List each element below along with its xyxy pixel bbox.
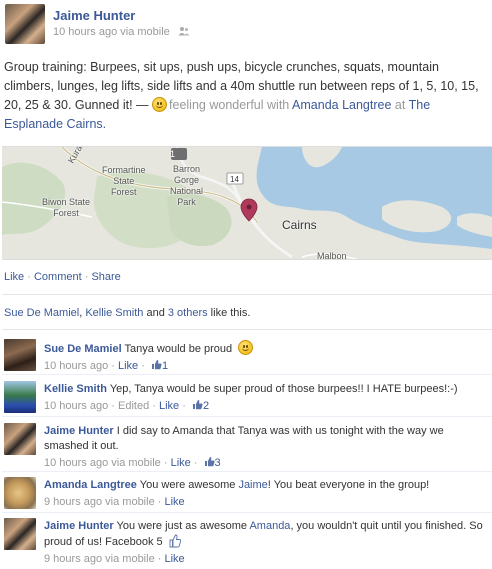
comment-timestamp[interactable]: 10 hours ago [44, 457, 108, 469]
likes-and: and [143, 307, 168, 319]
comment-timestamp[interactable]: 10 hours ago [44, 360, 108, 372]
smiley-icon [152, 97, 168, 112]
friends-privacy-icon[interactable] [178, 26, 190, 36]
comment-like-count[interactable]: 2 [189, 400, 209, 412]
like-count: 2 [202, 400, 210, 412]
post-via: via mobile [120, 26, 170, 38]
likers-others-link[interactable]: 3 others [168, 307, 208, 319]
comment-body: Kellie Smith Yep, Tanya would be super p… [44, 382, 488, 414]
map-label-barron: Barron Gorge National Park [170, 164, 204, 207]
liker-link-1[interactable]: Sue De Mamiel [4, 307, 79, 319]
thumbs-up-icon [204, 457, 215, 467]
mention-link[interactable]: Jaime [238, 479, 267, 491]
comment-via: via mobile [108, 457, 161, 469]
comment-timestamp[interactable]: 9 hours ago [44, 553, 102, 565]
comment-like-button[interactable]: Like [171, 457, 191, 469]
action-separator: · [24, 271, 34, 283]
comment-meta: 9 hours ago via mobile · Like [44, 553, 185, 565]
map-label-malbon: Malbon [317, 251, 347, 260]
comment-via: via mobile [102, 553, 155, 565]
location-map[interactable]: Kura 1 14 Formartine State Forest Barron… [2, 146, 492, 260]
map-label-biwon: Biwon State Forest [42, 197, 91, 218]
comment-button[interactable]: Comment [34, 271, 82, 283]
comment-divider [2, 416, 492, 417]
thumbs-up-icon [151, 360, 162, 370]
comment-divider [2, 374, 492, 375]
comment-meta: 10 hours ago · Like · 1 [44, 360, 169, 372]
commenter-name-link[interactable]: Jaime Hunter [44, 520, 114, 532]
commenter-avatar[interactable] [4, 477, 36, 509]
commenter-avatar[interactable] [4, 518, 36, 550]
map-label-formartine: Formartine State Forest [102, 165, 146, 197]
comment-like-button[interactable]: Like [164, 496, 184, 508]
commenter-name-link[interactable]: Jaime Hunter [44, 425, 114, 437]
feeling-text: feeling wonderful with [169, 98, 290, 112]
map-route-1: 1 [170, 149, 176, 159]
mention-link[interactable]: Amanda [249, 520, 290, 532]
commenter-name-link[interactable]: Amanda Langtree [44, 479, 137, 491]
comment-text-pre: You were awesome [136, 479, 239, 491]
liker-link-2[interactable]: Kellie Smith [85, 307, 143, 319]
commenter-name-link[interactable]: Sue De Mamiel [44, 343, 122, 355]
comment-meta: 9 hours ago via mobile · Like [44, 496, 185, 508]
comment-text-pre: You were just as awesome [113, 520, 250, 532]
actions-divider [2, 294, 492, 295]
likes-suffix: like this. [207, 307, 251, 319]
comment-text-post: ! You beat everyone in the group! [267, 479, 430, 491]
post-message: Group training: Burpees, sit ups, push u… [4, 58, 488, 134]
comment-like-button[interactable]: Like [164, 553, 184, 565]
comment-timestamp[interactable]: 10 hours ago [44, 400, 108, 412]
thumbs-up-outline-icon [169, 534, 181, 548]
commenter-name-link[interactable]: Kellie Smith [44, 383, 107, 395]
action-separator: · [81, 271, 92, 283]
like-count: 3 [214, 457, 221, 469]
comment-body: Amanda Langtree You were awesome Jaime! … [44, 478, 488, 510]
tagged-friend-link[interactable]: Amanda Langtree [292, 98, 391, 112]
thumbs-up-icon [192, 400, 203, 410]
comment-body: Jaime Hunter I did say to Amanda that Ta… [44, 424, 488, 471]
comment-body: Sue De Mamiel Tanya would be proud 10 ho… [44, 340, 488, 374]
comment-divider [2, 471, 492, 472]
commenter-avatar[interactable] [4, 423, 36, 455]
share-button[interactable]: Share [91, 271, 120, 283]
comment-divider [2, 512, 492, 513]
comment-meta: 10 hours ago · Edited · Like · 2 [44, 400, 210, 412]
commenter-avatar[interactable] [4, 339, 36, 371]
author-name-link[interactable]: Jaime Hunter [53, 8, 135, 23]
comment-like-count[interactable]: 3 [201, 457, 221, 469]
like-count: 1 [161, 360, 169, 372]
comment-meta: 10 hours ago via mobile · Like · 3 [44, 457, 221, 469]
post-timestamp[interactable]: 10 hours ago [53, 26, 117, 38]
post-actions: Like · Comment · Share [4, 271, 121, 283]
post-header: Jaime Hunter 10 hours ago via mobile [0, 0, 492, 48]
comment-text: Yep, Tanya would be super proud of those… [106, 383, 458, 395]
map-route-14: 14 [230, 175, 239, 184]
author-avatar[interactable] [5, 4, 45, 44]
comment-timestamp[interactable]: 9 hours ago [44, 496, 102, 508]
comment-like-button[interactable]: Like [118, 360, 138, 372]
likes-divider [2, 329, 492, 330]
comment-like-count[interactable]: 1 [148, 360, 168, 372]
post-meta: 10 hours ago via mobile [53, 26, 190, 38]
comment-like-button[interactable]: Like [159, 400, 179, 412]
comment-body: Jaime Hunter You were just as awesome Am… [44, 519, 488, 567]
at-text: at [394, 98, 406, 112]
likes-summary: Sue De Mamiel, Kellie Smith and 3 others… [4, 307, 250, 319]
like-button[interactable]: Like [4, 271, 24, 283]
commenter-avatar[interactable] [4, 381, 36, 413]
comment-text: Tanya would be proud [121, 343, 233, 355]
comment-via: via mobile [102, 496, 155, 508]
map-label-cairns: Cairns [282, 218, 317, 232]
comment-edited: · Edited [108, 400, 150, 412]
smiley-icon [238, 340, 254, 355]
